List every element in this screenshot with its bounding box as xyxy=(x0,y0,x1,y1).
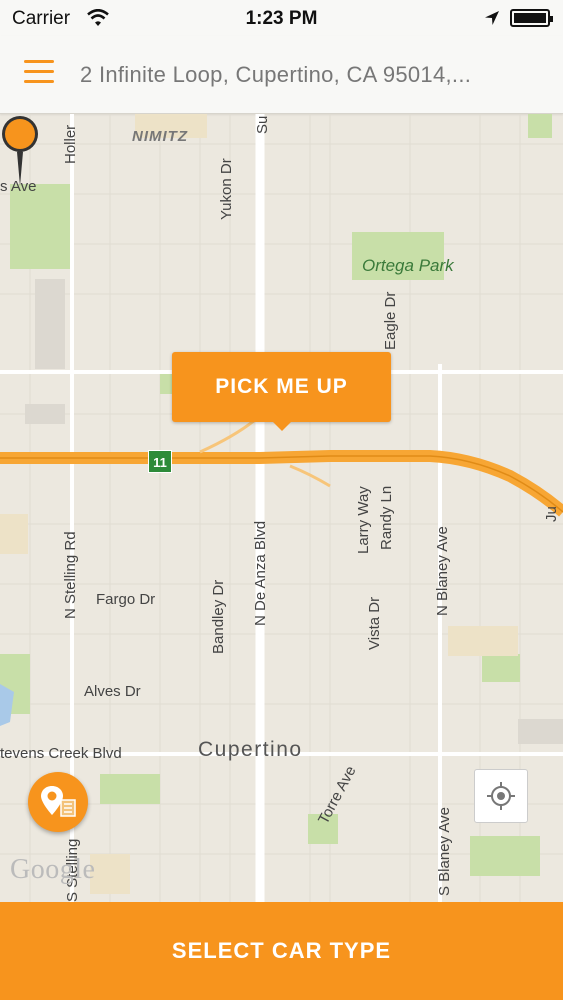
map-label: N De Anza Blvd xyxy=(252,520,269,626)
map-label: tevens Creek Blvd xyxy=(0,745,122,762)
pick-me-up-button[interactable]: PICK ME UP xyxy=(172,352,391,431)
map-label: N Blaney Ave xyxy=(434,526,451,616)
map-label: Ju xyxy=(543,506,560,522)
location-arrow-icon xyxy=(485,11,499,25)
map-label: Eagle Dr xyxy=(382,291,399,350)
map-label: Larry Way xyxy=(355,486,372,554)
map-label: Alves Dr xyxy=(84,683,141,700)
map-label: Yukon Dr xyxy=(218,158,235,220)
map-label: S Blaney Ave xyxy=(436,807,453,896)
crosshair-icon xyxy=(487,782,515,810)
map-label: N Stelling Rd xyxy=(62,531,79,619)
locate-me-button[interactable] xyxy=(474,769,528,823)
map-label: Bandley Dr xyxy=(210,579,227,654)
map-pin-icon xyxy=(2,116,38,186)
map-label: NIMITZ xyxy=(132,128,188,145)
pick-me-up-label: PICK ME UP xyxy=(215,375,348,398)
map-label: Su xyxy=(254,115,271,134)
map-label: Ortega Park xyxy=(362,256,454,275)
hamburger-menu-icon[interactable] xyxy=(24,60,54,86)
map-view[interactable]: NIMITZ s Ave Holler Su Yukon Dr Ortega P… xyxy=(0,114,563,902)
map-label: Holler xyxy=(62,124,79,164)
map-label: Fargo Dr xyxy=(96,591,156,608)
address-field[interactable]: 2 Infinite Loop, Cupertino, CA 95014,... xyxy=(80,62,471,88)
battery-icon xyxy=(510,9,553,27)
location-list-icon xyxy=(41,786,76,817)
saved-places-button[interactable] xyxy=(28,772,88,832)
google-logo: Google xyxy=(10,854,96,885)
highway-shield: 11 xyxy=(148,450,172,473)
map-label: Randy Ln xyxy=(378,485,395,550)
select-car-type-button[interactable]: SELECT CAR TYPE xyxy=(0,902,563,1000)
clock: 1:23 PM xyxy=(245,8,318,29)
top-bar: 2 Infinite Loop, Cupertino, CA 95014,... xyxy=(0,36,563,114)
map-label: Vista Dr xyxy=(366,596,383,650)
status-bar: Carrier 1:23 PM xyxy=(0,0,563,36)
map-label: Cupertino xyxy=(198,738,303,761)
